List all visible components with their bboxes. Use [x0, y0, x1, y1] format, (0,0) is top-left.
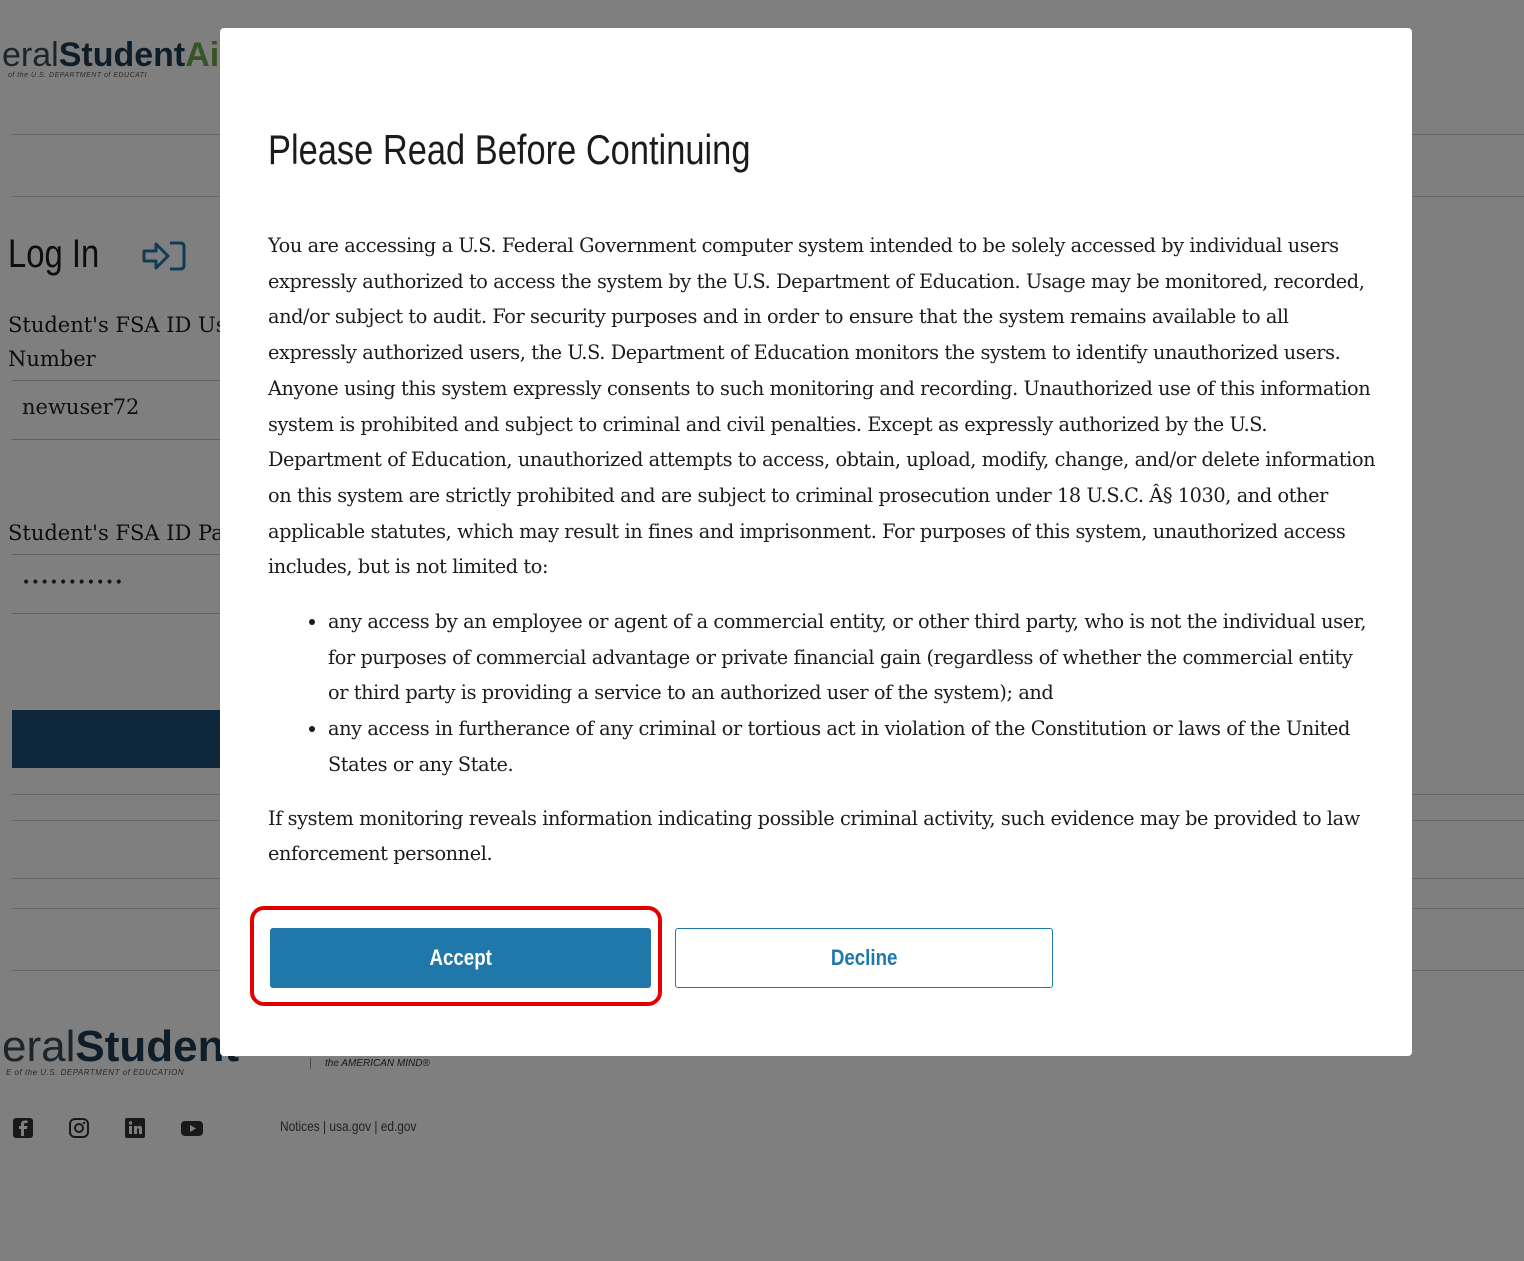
accept-highlight-annotation	[250, 906, 662, 1006]
list-item: any access in furtherance of any crimina…	[328, 711, 1378, 782]
decline-button[interactable]: Decline	[675, 928, 1053, 988]
list-item: any access by an employee or agent of a …	[328, 604, 1378, 711]
decline-label: Decline	[830, 945, 898, 970]
warning-paragraph: You are accessing a U.S. Federal Governm…	[268, 234, 1376, 579]
modal-body: You are accessing a U.S. Federal Governm…	[268, 228, 1378, 872]
modal-title: Please Read Before Continuing	[268, 126, 751, 173]
warning-modal: Please Read Before Continuing You are ac…	[220, 28, 1412, 1056]
monitoring-paragraph: If system monitoring reveals information…	[268, 806, 1360, 866]
access-list: any access by an employee or agent of a …	[268, 604, 1378, 783]
